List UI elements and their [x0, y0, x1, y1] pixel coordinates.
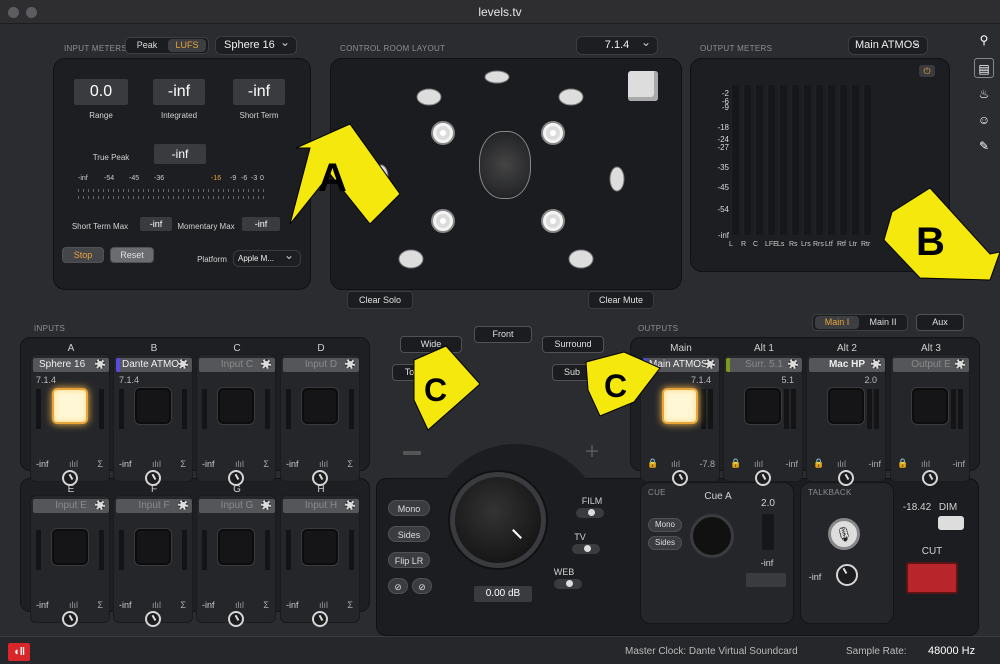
annotation-c1: C: [424, 372, 448, 408]
main-area: INPUT METERS Peak LUFS Sphere 16 0.0 Ran…: [0, 24, 1000, 636]
sample-rate-label: Sample Rate:: [846, 646, 907, 657]
annotation-b: B: [916, 220, 945, 264]
title-bar: levels.tv: [0, 0, 1000, 24]
annotation-a: A: [318, 156, 347, 200]
app-logo-icon: ◖‖: [8, 643, 30, 661]
master-clock: Master Clock: Dante Virtual Soundcard: [625, 646, 798, 657]
annotation-c2: C: [604, 368, 628, 404]
sample-rate-value: 48000 Hz: [928, 645, 976, 657]
window-title: levels.tv: [478, 5, 522, 19]
annotation-arrows: [289, 123, 1000, 431]
status-bar: ◖‖ Master Clock: Dante Virtual Soundcard…: [0, 636, 1000, 664]
